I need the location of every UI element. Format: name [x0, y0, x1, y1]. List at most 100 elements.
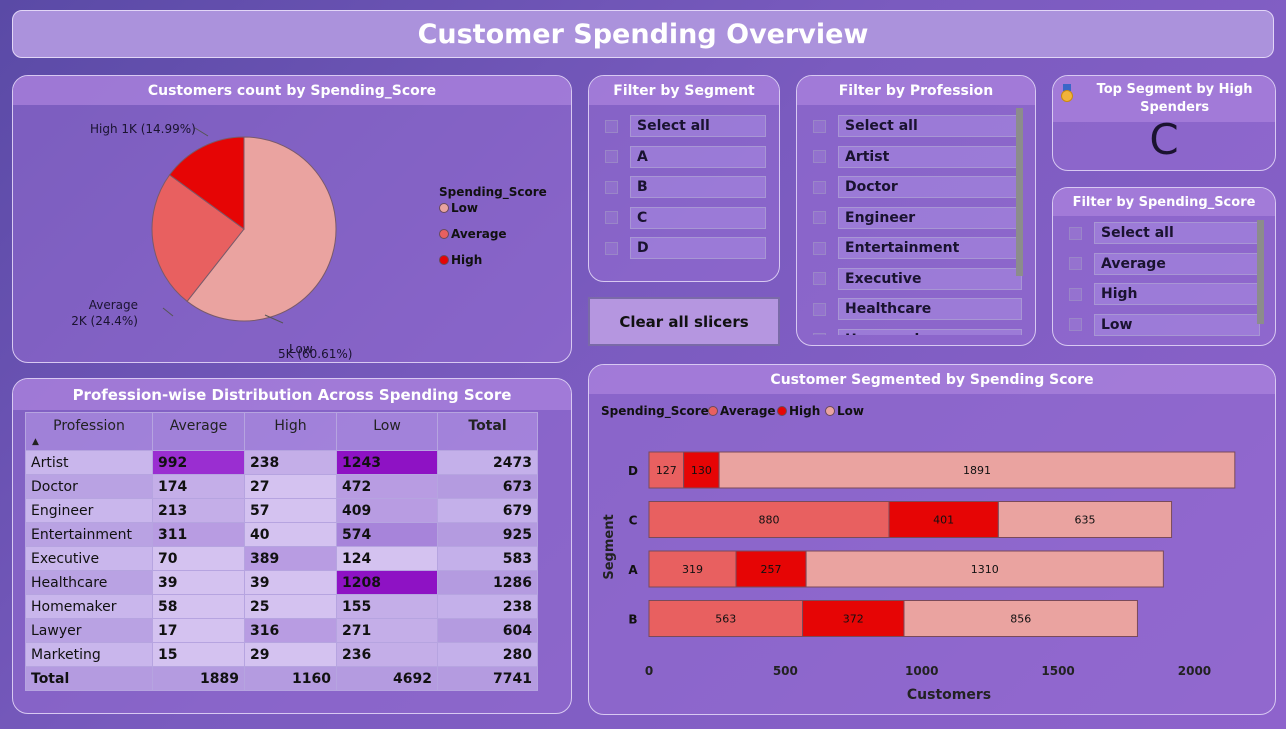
- value-cell: 17: [152, 618, 245, 643]
- slicer-option[interactable]: Homemaker: [813, 325, 1035, 335]
- pie-chart-panel: Customers count by Spending_Score High 1…: [12, 75, 572, 363]
- slicer-option-label: Engineer: [838, 206, 1022, 229]
- checkbox[interactable]: [1069, 226, 1082, 240]
- checkbox[interactable]: [605, 119, 618, 133]
- bar-data-label: 635: [1074, 514, 1095, 527]
- slicer-option[interactable]: Engineer: [813, 203, 1035, 234]
- bar-data-label: 372: [843, 613, 864, 626]
- checkbox[interactable]: [1069, 318, 1082, 332]
- value-cell: 39: [244, 570, 337, 595]
- checkbox[interactable]: [813, 272, 826, 286]
- checkbox[interactable]: [813, 241, 826, 255]
- value-cell: 58: [152, 594, 245, 619]
- table-total-row: Total 1889 1160 4692 7741: [25, 666, 538, 691]
- checkbox[interactable]: [813, 211, 826, 225]
- bar-data-label: 401: [933, 514, 954, 527]
- profession-cell: Marketing: [25, 642, 153, 667]
- slicer-option[interactable]: Artist: [813, 142, 1035, 173]
- legend-label[interactable]: Low: [451, 201, 478, 215]
- x-tick-label: 500: [773, 664, 798, 678]
- slicer-option[interactable]: Doctor: [813, 172, 1035, 203]
- checkbox[interactable]: [605, 211, 618, 225]
- slicer-option-label: Doctor: [838, 176, 1022, 199]
- legend-label[interactable]: Low: [837, 404, 864, 418]
- top-segment-value: C: [1149, 115, 1179, 164]
- slicer-option[interactable]: Select all: [605, 111, 779, 142]
- total-value-cell: 1160: [244, 666, 337, 691]
- slicer-option-label: High: [1094, 283, 1260, 306]
- segment-bar-chart[interactable]: Spending_Score Average High Low D 127 130 1891 C…: [589, 397, 1276, 715]
- table-row[interactable]: Lawyer 17 316 271 604: [25, 618, 538, 643]
- checkbox[interactable]: [813, 119, 826, 133]
- total-cell: 673: [437, 474, 538, 499]
- profession-scrollbar[interactable]: [1016, 108, 1023, 276]
- slicer-option-label: A: [630, 145, 766, 168]
- total-cell: 1286: [437, 570, 538, 595]
- slicer-option[interactable]: Select all: [1069, 218, 1275, 249]
- legend-marker: [439, 229, 449, 239]
- table-row[interactable]: Entertainment 311 40 574 925: [25, 522, 538, 547]
- segment-filter-header: Filter by Segment: [589, 76, 779, 105]
- x-axis-label: Customers: [907, 687, 991, 703]
- value-cell: 409: [336, 498, 438, 523]
- slicer-option[interactable]: High: [1069, 279, 1275, 310]
- total-value-cell: 1889: [152, 666, 245, 691]
- clear-all-slicers-button[interactable]: Clear all slicers: [588, 297, 780, 346]
- slicer-option[interactable]: D: [605, 233, 779, 264]
- pie-chart-header: Customers count by Spending_Score: [13, 76, 571, 105]
- legend-marker: [439, 203, 449, 213]
- legend-marker: [825, 406, 835, 416]
- checkbox[interactable]: [1069, 287, 1082, 301]
- profession-cell: Doctor: [25, 474, 153, 499]
- slicer-option[interactable]: A: [605, 142, 779, 173]
- profession-filter-panel: Filter by Profession Select all Artist Doc…: [796, 75, 1036, 346]
- slicer-option[interactable]: Low: [1069, 310, 1275, 341]
- checkbox[interactable]: [813, 333, 826, 335]
- y-tick-label: C: [629, 514, 638, 528]
- table-row[interactable]: Artist 992 238 1243 2473: [25, 450, 538, 475]
- table-row[interactable]: Executive 70 389 124 583: [25, 546, 538, 571]
- slicer-option[interactable]: Executive: [813, 264, 1035, 295]
- checkbox[interactable]: [1069, 257, 1082, 271]
- slicer-option[interactable]: Entertainment: [813, 233, 1035, 264]
- column-header-low[interactable]: Low: [336, 412, 438, 451]
- value-cell: 1208: [336, 570, 438, 595]
- legend-label[interactable]: Average: [451, 227, 507, 241]
- checkbox[interactable]: [813, 180, 826, 194]
- table-row[interactable]: Engineer 213 57 409 679: [25, 498, 538, 523]
- checkbox[interactable]: [605, 241, 618, 255]
- slicer-option[interactable]: Select all: [813, 111, 1035, 142]
- table-row[interactable]: Marketing 15 29 236 280: [25, 642, 538, 667]
- checkbox[interactable]: [605, 150, 618, 164]
- total-cell: 583: [437, 546, 538, 571]
- spending-filter-panel: Filter by Spending_Score Select all Avera…: [1052, 187, 1276, 346]
- slicer-option[interactable]: Healthcare: [813, 294, 1035, 325]
- slicer-option[interactable]: C: [605, 203, 779, 234]
- value-cell: 57: [244, 498, 337, 523]
- checkbox[interactable]: [813, 150, 826, 164]
- table-row[interactable]: Healthcare 39 39 1208 1286: [25, 570, 538, 595]
- profession-table: Profession ▲ Average High Low Total Artis…: [25, 412, 538, 691]
- legend-label[interactable]: Average: [720, 404, 776, 418]
- value-cell: 574: [336, 522, 438, 547]
- profession-filter-header: Filter by Profession: [797, 76, 1035, 105]
- column-header-total[interactable]: Total: [437, 412, 538, 451]
- slicer-option[interactable]: Average: [1069, 249, 1275, 280]
- checkbox[interactable]: [605, 180, 618, 194]
- column-header-high[interactable]: High: [244, 412, 337, 451]
- spending-scrollbar[interactable]: [1257, 220, 1264, 324]
- total-cell: 2473: [437, 450, 538, 475]
- slicer-option[interactable]: B: [605, 172, 779, 203]
- legend-label[interactable]: High: [451, 253, 482, 267]
- table-row[interactable]: Doctor 174 27 472 673: [25, 474, 538, 499]
- pie-chart[interactable]: High 1K (14.99%) Average 2K (24.4%) Low …: [13, 108, 572, 363]
- table-row[interactable]: Homemaker 58 25 155 238: [25, 594, 538, 619]
- checkbox[interactable]: [813, 302, 826, 316]
- bar-data-label: 257: [761, 563, 782, 576]
- total-value-cell: 4692: [336, 666, 438, 691]
- column-header-profession[interactable]: Profession ▲: [25, 412, 153, 451]
- column-header-average[interactable]: Average: [152, 412, 245, 451]
- bar-data-label: 1891: [963, 464, 991, 477]
- total-cell: 280: [437, 642, 538, 667]
- legend-label[interactable]: High: [789, 404, 820, 418]
